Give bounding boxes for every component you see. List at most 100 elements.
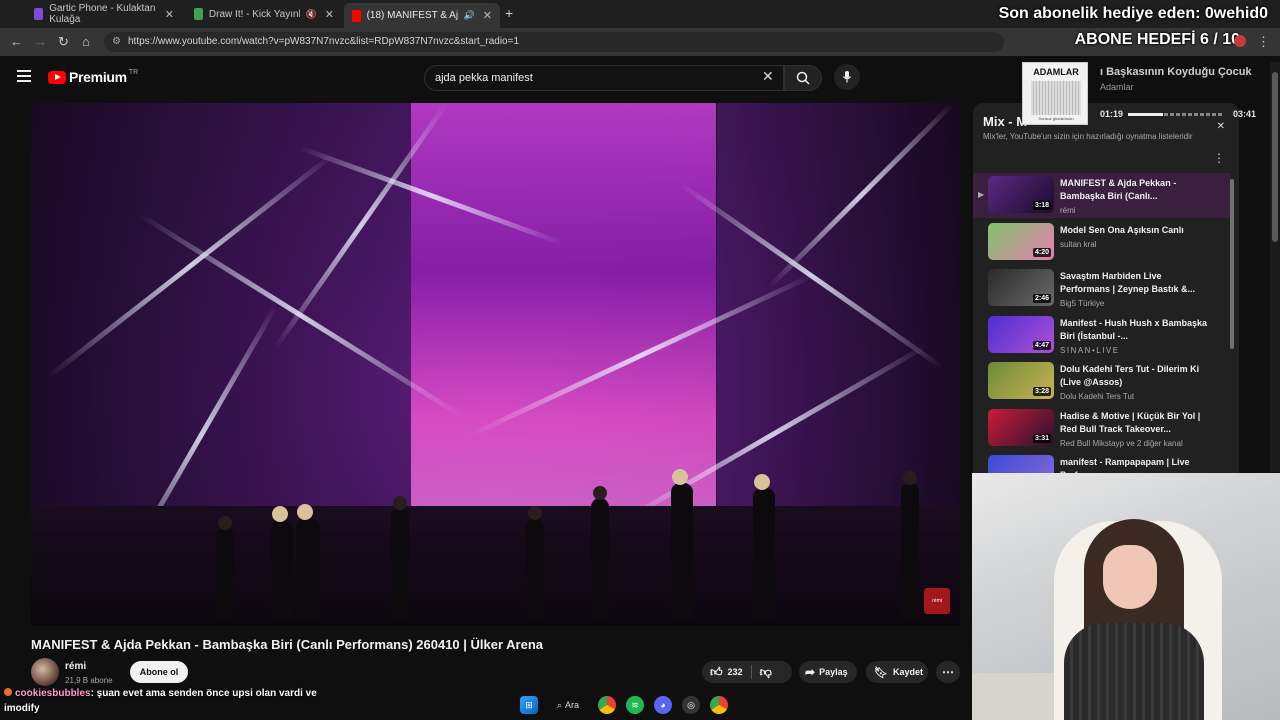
list-item[interactable]: 3:28 Dolu Kadehi Ters Tut - Dilerim Ki (… <box>973 359 1230 404</box>
tab-label: Draw It! - Kick Yayınları İçin <box>208 8 300 20</box>
mix-title: Mix - M <box>983 114 1028 129</box>
save-label: Kaydet <box>892 667 923 677</box>
windows-start-icon[interactable]: ⊞ <box>520 696 538 714</box>
logo-word: Premium <box>69 69 127 85</box>
performer <box>296 504 320 618</box>
album-cover: ADAMLAR Sonsuz gözükürsün <box>1022 62 1088 125</box>
list-item[interactable]: 4:20 Model Sen Ona Aşıksın Canlı sultan … <box>973 220 1230 265</box>
dislike-button[interactable]: 👎︎ <box>752 661 780 683</box>
search-icon <box>796 71 810 85</box>
stage-floor <box>31 506 960 626</box>
duration-badge: 4:47 <box>1032 341 1051 350</box>
performer <box>753 474 775 618</box>
list-item[interactable]: 2:46 Savaştım Harbiden Live Performans |… <box>973 266 1230 311</box>
close-tab-icon[interactable]: ✕ <box>325 8 334 21</box>
goal-heart-icon <box>1234 35 1246 47</box>
share-arrow-icon: ➦ <box>805 665 816 679</box>
duration-badge: 3:31 <box>1032 434 1051 443</box>
list-item[interactable]: ▶ 3:18 MANIFEST & Ajda Pekkan - Bambaşka… <box>973 173 1230 218</box>
playlist-menu-icon[interactable]: ⋮ <box>1213 151 1225 165</box>
item-channel: Dolu Kadehi Ters Tut <box>1060 392 1135 401</box>
close-tab-icon[interactable]: ✕ <box>483 9 492 22</box>
duration-badge: 4:20 <box>1032 248 1051 257</box>
forward-icon[interactable]: → <box>34 34 47 49</box>
taskbar-search-label: Ara <box>565 700 580 710</box>
item-title: Manifest - Hush Hush x Bambaşka Biri (İs… <box>1060 318 1208 341</box>
share-button[interactable]: ➦ Paylaş <box>799 661 857 683</box>
audio-playing-icon[interactable]: 🔊 <box>464 10 475 21</box>
obs-icon[interactable]: ◎ <box>682 696 700 714</box>
subscribe-button[interactable]: Abone ol <box>130 661 188 683</box>
tab-draw-it[interactable]: Draw It! - Kick Yayınları İçin 🔇 ✕ <box>186 3 342 25</box>
duration-badge: 3:28 <box>1032 387 1051 396</box>
youtube-play-icon <box>48 70 66 84</box>
microphone-icon <box>843 71 851 83</box>
channel-name[interactable]: rémi <box>65 661 86 672</box>
item-channel: Red Bull Mikstayp ve 2 diğer kanal <box>1060 439 1183 448</box>
performer <box>391 496 409 618</box>
url-field[interactable]: ⚙ https://www.youtube.com/watch?v=pW837N… <box>104 32 1004 52</box>
now-playing-widget: ADAMLAR Sonsuz gözükürsün ı Başkasının K… <box>1022 62 1258 128</box>
streamer-face <box>1103 545 1157 609</box>
close-tab-icon[interactable]: ✕ <box>165 8 174 21</box>
item-channel: rémi <box>1060 206 1076 215</box>
url-text: https://www.youtube.com/watch?v=pW837N7n… <box>128 36 520 47</box>
chat-username: cookiesbubbles <box>15 688 91 699</box>
list-item[interactable]: 3:31 Hadise & Motive | Küçük Bir Yol | R… <box>973 406 1230 451</box>
chrome-icon[interactable] <box>598 696 616 714</box>
item-title: Model Sen Ona Aşıksın Canlı <box>1060 225 1184 235</box>
search-button[interactable] <box>784 65 822 91</box>
background-shelf <box>972 673 1062 720</box>
subscriber-goal-overlay: ABONE HEDEFİ 6 / 10 <box>1074 31 1240 48</box>
reload-icon[interactable]: ↻ <box>58 34 69 50</box>
voice-search-button[interactable] <box>834 64 860 90</box>
youtube-logo[interactable]: Premium TR <box>48 69 138 85</box>
mix-subtitle: Mix'ler, YouTube'un sizin için hazırladı… <box>983 132 1193 141</box>
item-channel: Big5 Türkiye <box>1060 299 1105 308</box>
channel-avatar[interactable] <box>31 658 59 686</box>
muted-icon[interactable]: 🔇 <box>306 9 317 20</box>
page-scrollbar[interactable] <box>1270 62 1280 472</box>
save-button[interactable]: 🔖︎ Kaydet <box>866 661 928 683</box>
discord-icon[interactable]: ◕ <box>654 696 672 714</box>
video-player[interactable]: rémi <box>31 103 960 626</box>
album-title: ADAMLAR <box>1033 67 1079 77</box>
now-playing-icon: ▶ <box>978 190 985 199</box>
item-title: Hadise & Motive | Küçük Bir Yol | Red Bu… <box>1060 411 1201 434</box>
thumbs-down-icon: 👎︎ <box>759 664 772 679</box>
video-thumbnail: 4:47 <box>988 316 1054 353</box>
list-item[interactable]: 4:47 Manifest - Hush Hush x Bambaşka Bir… <box>973 313 1230 358</box>
gartic-favicon-icon <box>34 8 44 20</box>
tab-gartic-phone[interactable]: Gartic Phone - Kulaktan Kulağa ✕ <box>26 3 182 25</box>
like-button[interactable]: 👍︎ 232 <box>702 661 751 683</box>
video-thumbnail: 3:31 <box>988 409 1054 446</box>
video-watermark: rémi <box>924 588 950 614</box>
hamburger-menu-icon[interactable] <box>17 70 31 82</box>
spotify-icon[interactable]: ≋ <box>626 696 644 714</box>
clear-search-icon[interactable]: ✕ <box>762 68 774 85</box>
performer <box>671 469 693 618</box>
bookmark-icon: 🔖︎ <box>874 666 888 679</box>
tab-youtube[interactable]: (18) MANIFEST & Ajda Pekk 🔊 ✕ <box>344 3 500 28</box>
item-title: MANIFEST & Ajda Pekkan - Bambaşka Biri (… <box>1060 178 1177 201</box>
new-tab-button[interactable]: + <box>505 5 513 21</box>
site-info-icon[interactable]: ⚙ <box>112 36 121 47</box>
item-title: manifest - Rampapapam | Live Performance <box>1060 457 1190 473</box>
search-input[interactable]: ajda pekka manifest <box>424 65 784 91</box>
tab-label: (18) MANIFEST & Ajda Pekk <box>366 10 458 21</box>
back-icon[interactable]: ← <box>10 34 23 49</box>
scrollbar-thumb[interactable] <box>1230 179 1234 349</box>
browser-menu-icon[interactable]: ⋮ <box>1257 34 1270 50</box>
item-title: Dolu Kadehi Ters Tut - Dilerim Ki (Live … <box>1060 364 1200 387</box>
scrollbar-thumb[interactable] <box>1272 72 1278 242</box>
album-art <box>1031 81 1081 115</box>
list-item[interactable]: manifest - Rampapapam | Live Performance <box>973 452 1230 473</box>
home-icon[interactable]: ⌂ <box>82 34 90 49</box>
taskbar-search[interactable]: ⌕ Ara <box>548 696 588 714</box>
like-count: 232 <box>727 667 743 677</box>
logo-region: TR <box>128 68 139 76</box>
now-playing-artist: Adamlar <box>1100 82 1134 92</box>
playlist-scrollbar[interactable] <box>1230 173 1235 473</box>
more-actions-button[interactable]: ⋯ <box>936 661 960 683</box>
chrome-active-icon[interactable] <box>710 696 728 714</box>
